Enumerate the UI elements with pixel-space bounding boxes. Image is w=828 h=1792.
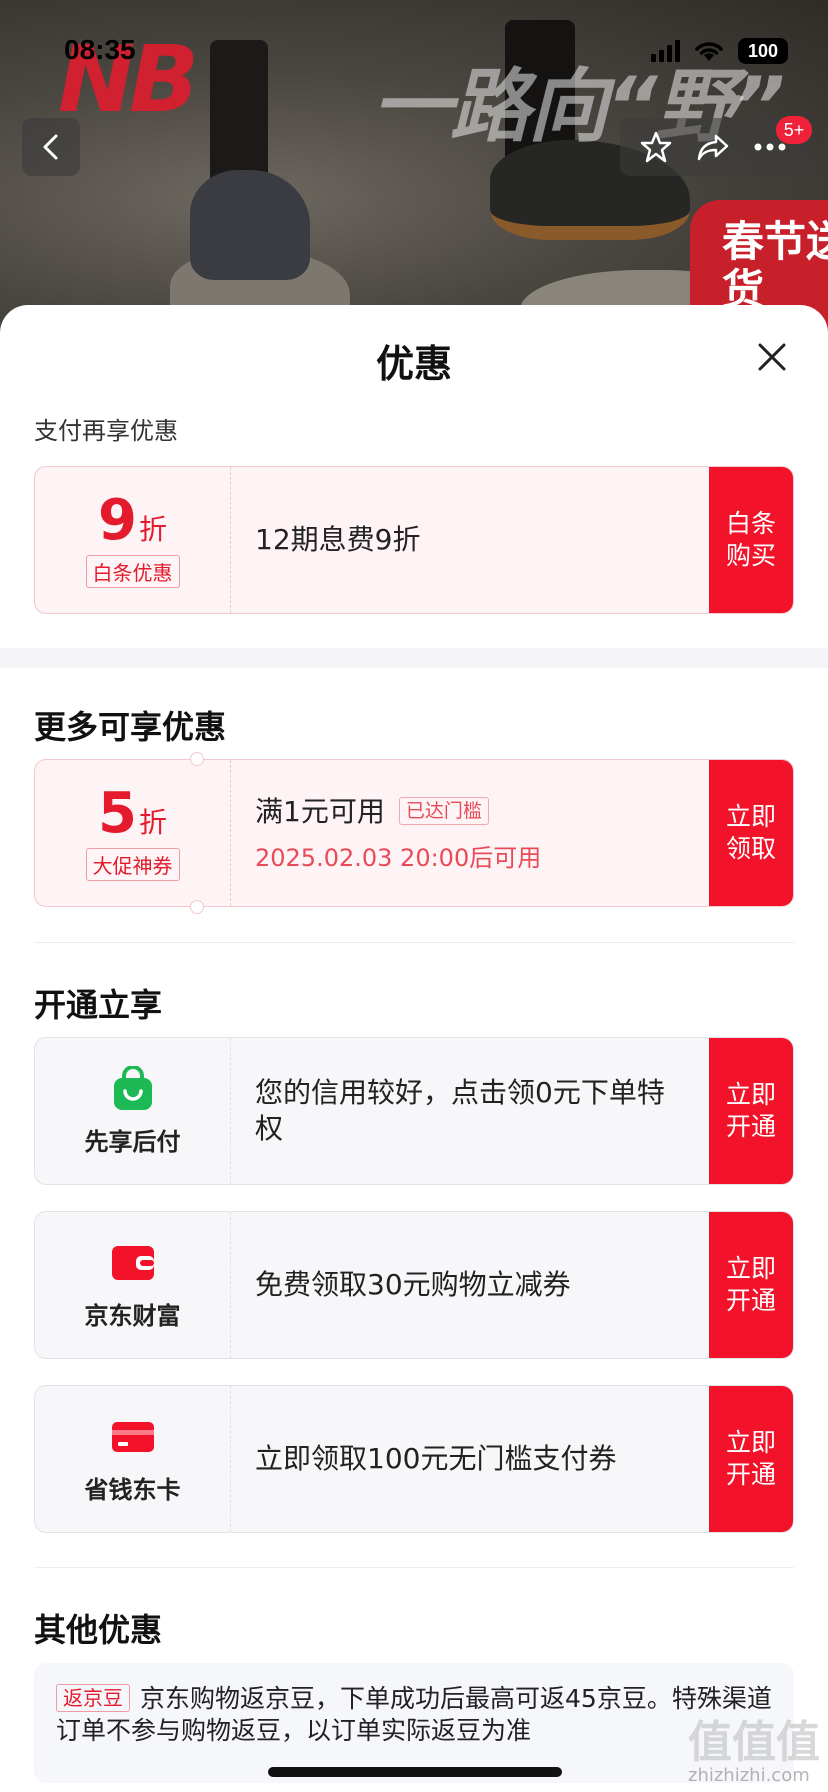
section-divider	[34, 1567, 794, 1568]
service-description: 立即领取100元无门槛支付券	[231, 1386, 709, 1532]
wallet-icon	[111, 1245, 154, 1280]
close-button[interactable]	[752, 337, 792, 377]
rebate-tag: 返京豆	[56, 1684, 130, 1712]
more-dots-icon	[754, 143, 786, 151]
claim-coupon-button[interactable]: 立即领取	[709, 760, 793, 906]
shoe-image	[190, 170, 310, 280]
service-text: 免费领取30元购物立减券	[255, 1268, 571, 1301]
baitiao-coupon-card: 9折 白条优惠 12期息费9折 白条购买	[34, 466, 794, 614]
rebate-text: 京东购物返京豆，下单成功后最高可返45京豆。特殊渠道订单不参与购物返豆，以订单实…	[56, 1684, 772, 1745]
coupon-discount-block: 5折 大促神券	[35, 760, 231, 906]
open-service-button[interactable]: 立即开通	[709, 1038, 793, 1184]
favorite-button[interactable]	[636, 127, 676, 167]
card-icon	[111, 1421, 154, 1452]
discount-tag: 大促神券	[85, 847, 180, 881]
service-brand-block: 京东财富	[35, 1212, 231, 1358]
open-service-heading: 开通立享	[34, 986, 163, 1024]
service-card-jd-finance: 京东财富 免费领取30元购物立减券 立即开通	[34, 1211, 794, 1359]
close-icon	[758, 343, 786, 371]
back-button[interactable]	[22, 118, 80, 176]
shopping-bag-icon	[113, 1065, 152, 1110]
baitiao-buy-button[interactable]: 白条购买	[709, 467, 793, 613]
coupon-available-time: 2025.02.03 20:00后可用	[255, 843, 542, 872]
discount-sheet: 优惠 支付再享优惠 9折 白条优惠 12期息费9折 白条购买 更多可享优惠 5折…	[0, 305, 828, 1792]
discount-value: 9	[98, 487, 137, 553]
jingdou-rebate-info: 返京豆 京东购物返京豆，下单成功后最高可返45京豆。特殊渠道订单不参与购物返豆，以…	[34, 1663, 794, 1783]
model-leg	[210, 40, 268, 190]
service-description: 免费领取30元购物立减券	[231, 1212, 709, 1358]
service-name: 先享后付	[84, 1127, 181, 1156]
discount-unit: 折	[138, 512, 167, 546]
sheet-title: 优惠	[375, 342, 452, 386]
other-discounts-heading: 其他优惠	[34, 1611, 163, 1649]
watermark-site: zhizhizhi.com	[688, 1765, 810, 1786]
open-service-button[interactable]: 立即开通	[709, 1212, 793, 1358]
status-time: 08:35	[64, 34, 136, 65]
coupon-text: 12期息费9折	[255, 523, 421, 556]
more-discounts-heading: 更多可享优惠	[34, 708, 227, 746]
service-name: 省钱东卡	[84, 1475, 181, 1504]
star-icon	[641, 131, 672, 163]
coupon-notch	[190, 900, 204, 914]
coupon-description: 12期息费9折	[231, 467, 709, 613]
open-service-button[interactable]: 立即开通	[709, 1386, 793, 1532]
discount-tag: 白条优惠	[85, 554, 180, 588]
coupon-condition-row: 满1元可用 已达门槛	[255, 794, 709, 830]
home-indicator[interactable]	[268, 1767, 562, 1777]
share-button[interactable]	[693, 127, 733, 167]
pay-section-label: 支付再享优惠	[34, 417, 178, 445]
threshold-reached-tag: 已达门槛	[398, 796, 489, 825]
section-divider	[34, 942, 794, 943]
service-brand-block: 省钱东卡	[35, 1386, 231, 1532]
watermark-logo: 值值值	[688, 1717, 820, 1768]
status-icons: 100	[651, 38, 788, 64]
coupon-condition: 满1元可用	[255, 794, 385, 828]
service-description: 您的信用较好，点击领0元下单特权	[231, 1038, 709, 1184]
coupon-notch	[190, 752, 204, 766]
signal-icon	[651, 40, 680, 62]
promo-coupon-card: 5折 大促神券 满1元可用 已达门槛 2025.02.03 20:00后可用 立即…	[34, 759, 794, 907]
service-card-xianxiang: 先享后付 您的信用较好，点击领0元下单特权 立即开通	[34, 1037, 794, 1185]
chevron-left-icon	[43, 134, 58, 160]
battery-indicator: 100	[738, 38, 788, 64]
service-text: 立即领取100元无门槛支付券	[255, 1442, 617, 1475]
service-text: 您的信用较好，点击领0元下单特权	[255, 1076, 665, 1145]
section-divider	[0, 648, 828, 668]
site-watermark: 值值值 zhizhizhi.com	[688, 1717, 820, 1787]
notification-badge: 5+	[776, 116, 812, 144]
service-name: 京东财富	[84, 1301, 181, 1330]
discount-unit: 折	[138, 805, 167, 839]
share-icon	[697, 134, 729, 161]
coupon-discount-block: 9折 白条优惠	[35, 467, 231, 613]
holiday-delivery-text: 春节送货	[722, 217, 828, 314]
discount-value: 5	[98, 780, 137, 846]
wifi-icon	[695, 42, 723, 61]
coupon-description: 满1元可用 已达门槛 2025.02.03 20:00后可用	[231, 760, 709, 906]
service-brand-block: 先享后付	[35, 1038, 231, 1184]
service-card-saving-card: 省钱东卡 立即领取100元无门槛支付券 立即开通	[34, 1385, 794, 1533]
